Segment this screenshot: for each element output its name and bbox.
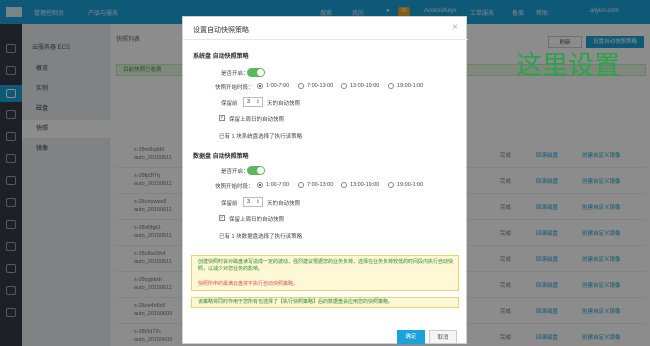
data-slot-radio-2[interactable]	[298, 182, 304, 188]
data-timeslot-label: 快照开始时段：	[215, 184, 254, 190]
warning-text-2: 快照所申的最满云盘将不执行自动快照策略。	[198, 281, 299, 287]
system-slot-radio-1[interactable]	[257, 83, 263, 89]
data-keep-days-value: 3	[247, 199, 251, 205]
system-slot-radio-3[interactable]	[341, 83, 347, 89]
system-slot-radio-2[interactable]	[298, 83, 304, 89]
data-summary: 已有 1 块数据盘选择了执行该策略	[219, 234, 303, 240]
system-enable-toggle[interactable]	[247, 68, 265, 77]
spinner-arrows-icon[interactable]: ⇕	[256, 198, 260, 206]
data-slot-label-2: 7:00-13:00	[307, 182, 334, 188]
data-slot-label-3: 13:00-19:00	[350, 182, 380, 188]
warning-box: 创建快照时会对磁盘读写造成一定的波动，强烈建议根据您的业务负荷，选择在业务负荷较…	[191, 255, 459, 291]
spinner-arrows-icon[interactable]: ⇕	[256, 98, 260, 106]
data-slot-label-1: 1:00-7:00	[266, 182, 290, 188]
system-keep-days-stepper[interactable]: 3 ⇕	[243, 97, 263, 107]
system-slot-radio-4[interactable]	[388, 83, 394, 89]
data-enable-label: 是否开启：	[221, 169, 249, 175]
data-slot-radio-3[interactable]	[341, 182, 347, 188]
system-keep-last-label: 保留上周日的自动快照	[229, 117, 285, 123]
data-slot-radio-4[interactable]	[388, 182, 394, 188]
data-keep-days-stepper[interactable]: 3 ⇕	[243, 197, 263, 207]
data-disk-section-title: 数据盘 自动快照策略	[193, 154, 249, 160]
system-keep-last-checkbox[interactable]: ✓	[219, 115, 225, 121]
system-keep-days-value: 3	[247, 99, 251, 105]
system-slot-label-3: 13:00-19:00	[350, 83, 380, 89]
system-disk-section-title: 系统盘 自动快照策略	[193, 54, 249, 60]
cancel-button[interactable]: 取消	[429, 330, 457, 344]
data-keep-label: 保留前	[221, 201, 238, 207]
data-slot-label-4: 19:00-1:00	[397, 182, 424, 188]
data-keep-last-checkbox[interactable]: ✓	[219, 215, 225, 221]
system-slot-label-2: 7:00-13:00	[307, 83, 334, 89]
warning-text-1: 创建快照时会对磁盘读写造成一定的波动，强烈建议根据您的业务负荷，选择在业务负荷较…	[198, 259, 454, 272]
system-keep-suffix: 天的自动快照	[267, 101, 301, 107]
system-keep-label: 保留前	[221, 101, 238, 107]
system-slot-label-1: 1:00-7:00	[266, 83, 290, 89]
data-enable-toggle[interactable]	[247, 166, 265, 175]
policy-note: 该策略将同时作用于您所有也选择了【执行快照策略】后的数据盘会应用您的快照策略。	[191, 297, 459, 308]
system-timeslot-label: 快照开始时段：	[215, 85, 254, 91]
system-summary: 已有 1 块系统盘选择了执行该策略	[219, 134, 303, 140]
annotation-label: 这里设置	[516, 51, 621, 81]
data-slot-radio-1[interactable]	[257, 182, 263, 188]
data-keep-suffix: 天的自动快照	[267, 201, 301, 207]
system-enable-label: 是否开启：	[221, 71, 249, 77]
system-slot-label-4: 19:00-1:00	[397, 83, 424, 89]
auto-snapshot-policy-dialog: 设置自动快照策略 × 系统盘 自动快照策略 是否开启： 快照开始时段： 1:00…	[182, 16, 468, 344]
data-keep-last-label: 保留上周日的自动快照	[229, 217, 285, 223]
close-icon[interactable]: ×	[452, 22, 458, 33]
dialog-title: 设置自动快照策略	[193, 27, 249, 34]
ok-button[interactable]: 确定	[397, 330, 425, 344]
divider	[183, 39, 468, 40]
